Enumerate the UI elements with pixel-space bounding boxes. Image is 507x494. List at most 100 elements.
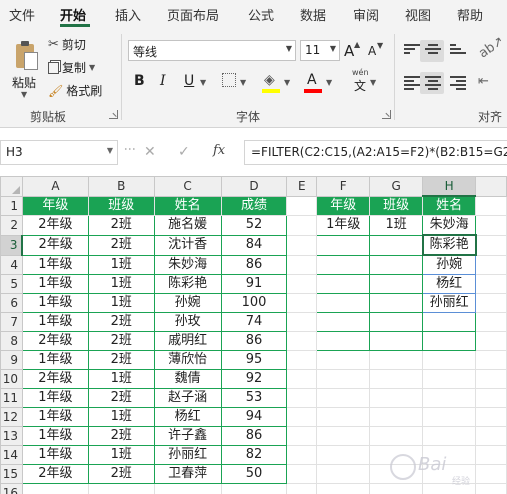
underline-button[interactable]: U [184, 73, 194, 89]
data-cell[interactable]: 2班 [87, 464, 155, 484]
empty-cell[interactable] [316, 464, 371, 484]
phonetic-guide-button[interactable]: 文 [354, 77, 366, 94]
empty-cell[interactable] [422, 388, 477, 408]
data-cell[interactable]: 2班 [87, 234, 155, 256]
empty-cell[interactable] [286, 331, 318, 351]
data-cell[interactable]: 52 [220, 215, 288, 236]
empty-cell[interactable] [286, 445, 318, 465]
empty-cell[interactable] [369, 407, 424, 427]
data-cell[interactable]: 91 [220, 274, 288, 294]
tab-insert[interactable]: 插入 [115, 5, 141, 24]
data-cell[interactable]: 1年级 [21, 274, 89, 294]
empty-cell[interactable] [475, 274, 507, 294]
data-cell[interactable]: 施名媛 [153, 215, 222, 236]
empty-cell[interactable] [316, 426, 371, 446]
data-cell[interactable]: 1班 [87, 369, 155, 389]
empty-cell[interactable] [475, 254, 507, 275]
row-header[interactable]: 4 [0, 254, 23, 275]
empty-cell[interactable] [475, 234, 507, 256]
italic-button[interactable]: I [160, 73, 166, 89]
empty-cell[interactable] [369, 369, 424, 389]
data-cell[interactable]: 1年级 [21, 426, 89, 446]
tab-review[interactable]: 审阅 [353, 5, 379, 24]
empty-cell[interactable] [422, 369, 477, 389]
empty-cell[interactable] [475, 293, 507, 313]
result-cell[interactable]: 杨红 [422, 274, 477, 294]
empty-cell[interactable] [286, 215, 318, 236]
empty-cell[interactable] [87, 483, 155, 494]
paste-button[interactable]: 粘贴 ▼ [4, 32, 44, 99]
empty-cell[interactable] [286, 464, 318, 484]
shrink-font-icon[interactable]: A [368, 44, 376, 58]
filter-header-cell[interactable]: 年级 [316, 195, 371, 216]
filter-header-cell[interactable]: 班级 [369, 195, 424, 216]
filter-cell[interactable] [369, 331, 424, 351]
data-cell[interactable]: 82 [220, 445, 288, 465]
data-cell[interactable]: 陈彩艳 [153, 274, 222, 294]
font-name-combo[interactable]: 等线 ▼ [128, 40, 296, 61]
empty-cell[interactable] [475, 426, 507, 446]
empty-cell[interactable] [475, 369, 507, 389]
font-launcher-icon[interactable] [382, 110, 391, 119]
cancel-icon[interactable]: ✕ [144, 144, 156, 160]
empty-cell[interactable] [422, 350, 477, 370]
empty-cell[interactable] [475, 407, 507, 427]
font-color-icon[interactable]: A [307, 72, 317, 88]
row-header[interactable]: 16 [0, 483, 23, 494]
empty-cell[interactable] [316, 388, 371, 408]
data-cell[interactable]: 2班 [87, 426, 155, 446]
result-cell[interactable]: 孙婉 [422, 254, 477, 275]
row-header[interactable]: 1 [0, 195, 23, 216]
filter-cell[interactable] [422, 312, 477, 332]
header-cell[interactable]: 班级 [87, 195, 155, 216]
cut-button[interactable]: ✂ 剪切 [48, 36, 86, 53]
data-cell[interactable]: 1年级 [21, 445, 89, 465]
filter-cell[interactable] [369, 274, 424, 294]
align-top-icon[interactable] [404, 44, 420, 58]
empty-cell[interactable] [422, 464, 477, 484]
empty-cell[interactable] [475, 350, 507, 370]
data-cell[interactable]: 薄欣怡 [153, 350, 222, 370]
data-cell[interactable]: 50 [220, 464, 288, 484]
criteria-cell[interactable]: 1班 [369, 215, 424, 236]
empty-cell[interactable] [369, 426, 424, 446]
formula-bar-grip-icon[interactable]: ⋮ [123, 143, 137, 154]
tab-help[interactable]: 帮助 [457, 5, 483, 24]
data-cell[interactable]: 74 [220, 312, 288, 332]
data-cell[interactable]: 许子鑫 [153, 426, 222, 446]
filter-cell[interactable] [316, 312, 371, 332]
filter-cell[interactable] [369, 293, 424, 313]
data-cell[interactable]: 92 [220, 369, 288, 389]
row-header[interactable]: 13 [0, 426, 23, 446]
empty-cell[interactable] [286, 254, 318, 275]
worksheet-grid[interactable]: A B C D E F G H 1 年级 班级 姓名 成绩 年级 班级 姓名 2 2年级 2班 施名媛… [0, 176, 507, 494]
empty-cell[interactable] [422, 483, 477, 494]
orientation-icon[interactable]: ab↗ [476, 34, 507, 62]
empty-cell[interactable] [475, 195, 507, 216]
data-cell[interactable]: 1班 [87, 445, 155, 465]
empty-cell[interactable] [286, 369, 318, 389]
empty-cell[interactable] [286, 388, 318, 408]
copy-button[interactable]: 复制 ▼ [48, 59, 95, 76]
empty-cell[interactable] [286, 274, 318, 294]
fill-color-icon[interactable]: ◈ [264, 72, 275, 88]
row-header[interactable]: 6 [0, 293, 23, 313]
borders-icon[interactable] [222, 73, 236, 87]
empty-cell[interactable] [316, 483, 371, 494]
column-header-g[interactable]: G [369, 176, 424, 197]
data-cell[interactable]: 2年级 [21, 215, 89, 236]
filter-cell[interactable] [316, 331, 371, 351]
bold-button[interactable]: B [134, 73, 145, 89]
tab-formulas[interactable]: 公式 [248, 5, 274, 24]
filter-cell[interactable] [316, 254, 371, 275]
enter-icon[interactable]: ✓ [178, 144, 190, 160]
row-header[interactable]: 3 [0, 234, 24, 256]
column-header-h[interactable]: H [422, 176, 477, 197]
filter-cell[interactable] [316, 234, 371, 256]
align-right-icon[interactable] [450, 76, 466, 90]
data-cell[interactable]: 1班 [87, 254, 155, 275]
data-cell[interactable]: 戚明红 [153, 331, 222, 351]
data-cell[interactable]: 孙玫 [153, 312, 222, 332]
filter-cell[interactable] [316, 293, 371, 313]
data-cell[interactable]: 1年级 [21, 388, 89, 408]
